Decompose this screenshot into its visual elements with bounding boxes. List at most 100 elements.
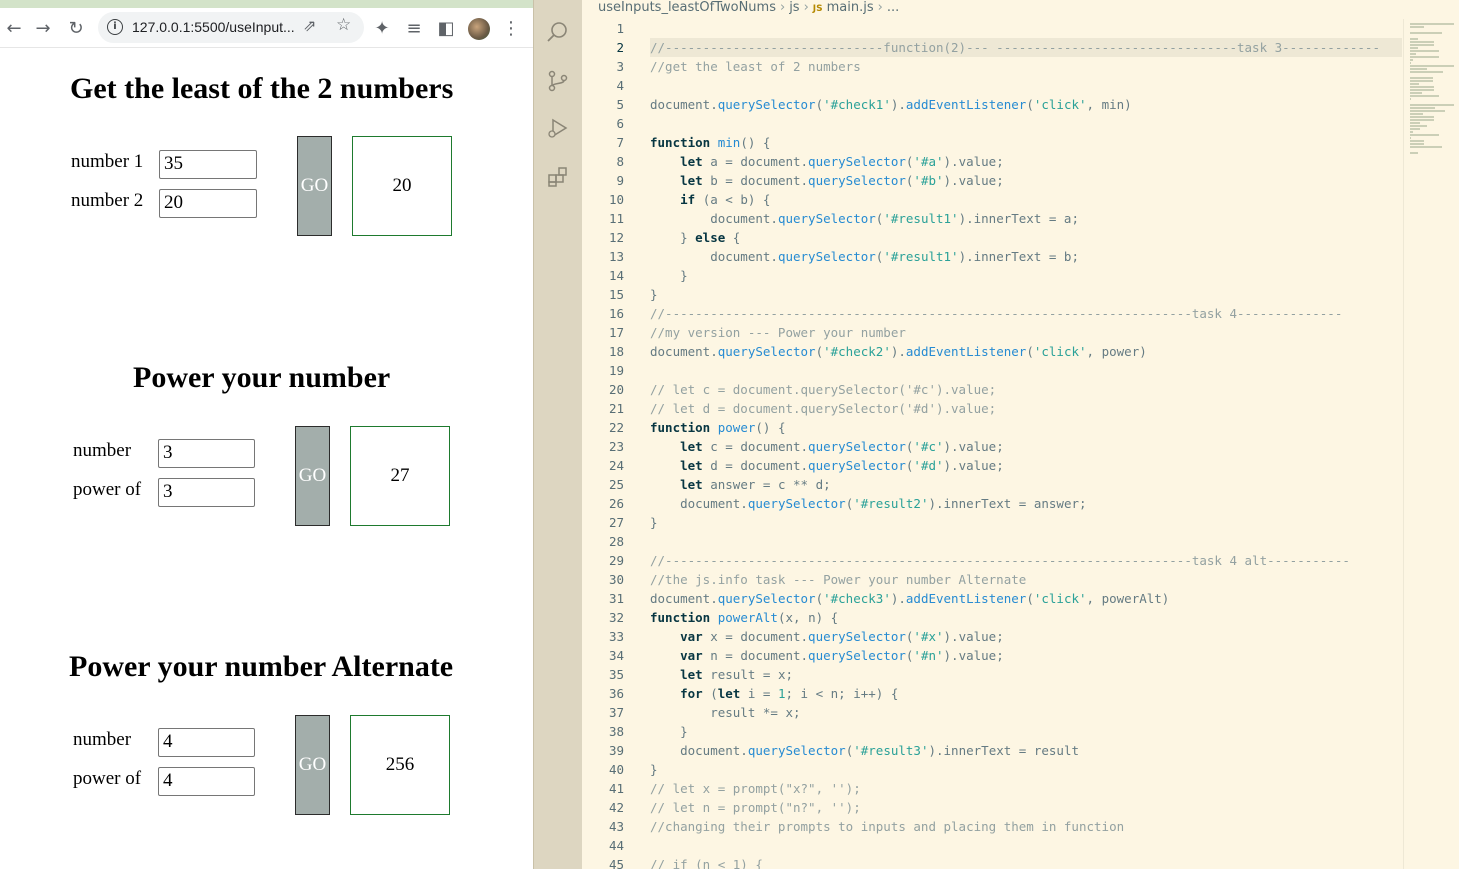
code-line[interactable]: let result = x; [650, 665, 1402, 684]
reload-icon[interactable]: ↻ [62, 14, 90, 42]
code-line[interactable] [650, 532, 1402, 551]
code-line[interactable] [650, 19, 1402, 38]
code-line[interactable]: var x = document.querySelector('#x').val… [650, 627, 1402, 646]
code-line[interactable]: function power() { [650, 418, 1402, 437]
minimap-line [1410, 125, 1427, 127]
go-button-check3[interactable]: GO [295, 715, 330, 815]
code-token: querySelector [747, 496, 846, 511]
code-line[interactable]: // let d = document.querySelector('#d').… [650, 399, 1402, 418]
code-line[interactable] [650, 836, 1402, 855]
code-line[interactable]: let a = document.querySelector('#a').val… [650, 152, 1402, 171]
code-token: } [650, 230, 696, 245]
code-line[interactable]: // if (n < 1) { [650, 855, 1402, 869]
input-b[interactable]: 20 [159, 189, 257, 218]
input-x[interactable]: 4 [158, 728, 255, 757]
code-token: //my version --- Power your number [650, 325, 906, 340]
code-line[interactable]: if (a < b) { [650, 190, 1402, 209]
input-a[interactable]: 35 [159, 150, 257, 179]
code-line[interactable]: //--------------------------------------… [650, 551, 1402, 570]
code-editor: useInputs_leastOfTwoNums › js › JS main.js ›..… [533, 0, 1459, 869]
code-line[interactable]: document.querySelector('#check1').addEve… [650, 95, 1402, 114]
search-icon[interactable] [544, 18, 572, 46]
code-line[interactable]: //get the least of 2 numbers [650, 57, 1402, 76]
section-title-power: Power your number [133, 361, 391, 394]
go-button-check2[interactable]: GO [295, 426, 330, 526]
address-bar[interactable]: i 127.0.0.1:5500/useInput... ⇗ ☆ [98, 12, 364, 43]
code-line[interactable]: var n = document.querySelector('#n').val… [650, 646, 1402, 665]
reading-list-icon[interactable]: ≡ [400, 14, 428, 42]
code-line[interactable]: } [650, 760, 1402, 779]
bookmark-star-icon[interactable]: ☆ [336, 15, 351, 35]
code-line[interactable]: //changing their prompts to inputs and p… [650, 817, 1402, 836]
code-token: //get the least of 2 numbers [650, 59, 861, 74]
code-line[interactable]: document.querySelector('#result3').inner… [650, 741, 1402, 760]
code-line[interactable]: //the js.info task --- Power your number… [650, 570, 1402, 589]
code-line[interactable]: // let c = document.querySelector('#c').… [650, 380, 1402, 399]
code-token: let [680, 154, 703, 169]
code-line[interactable]: let b = document.querySelector('#b').val… [650, 171, 1402, 190]
share-icon[interactable]: ⇗ [303, 16, 316, 35]
go-button-check1[interactable]: GO [297, 136, 332, 236]
menu-icon[interactable]: ⋮ [497, 14, 525, 42]
code-line[interactable]: function powerAlt(x, n) { [650, 608, 1402, 627]
code-token: ( [1026, 591, 1034, 606]
code-line[interactable]: let d = document.querySelector('#d').val… [650, 456, 1402, 475]
minimap[interactable] [1403, 19, 1459, 869]
code-area[interactable]: //-----------------------------function(… [650, 19, 1402, 869]
code-token: d = document. [702, 458, 809, 473]
code-line[interactable] [650, 114, 1402, 133]
code-line[interactable]: result *= x; [650, 703, 1402, 722]
tab-strip[interactable] [0, 0, 533, 8]
code-token: // let n = prompt("n?", ''); [650, 800, 861, 815]
minimap-line [1410, 38, 1418, 40]
code-line[interactable]: function min() { [650, 133, 1402, 152]
back-icon[interactable]: ← [0, 14, 28, 42]
code-line[interactable] [650, 361, 1402, 380]
breadcrumb-more[interactable]: ... [887, 0, 899, 15]
code-token: let [680, 458, 703, 473]
breadcrumb-subfolder[interactable]: js [789, 0, 799, 15]
site-info-icon[interactable]: i [107, 19, 123, 35]
code-line[interactable]: } [650, 266, 1402, 285]
code-line[interactable]: //--------------------------------------… [650, 304, 1402, 323]
code-token: //the js.info task --- Power your number… [650, 572, 1027, 587]
code-token: min [717, 135, 741, 150]
code-line[interactable]: //-----------------------------function(… [650, 38, 1402, 57]
code-line[interactable]: document.querySelector('#check2').addEve… [650, 342, 1402, 361]
input-c[interactable]: 3 [158, 439, 255, 468]
code-line[interactable]: let c = document.querySelector('#c').val… [650, 437, 1402, 456]
input-d[interactable]: 3 [158, 478, 255, 507]
code-token: // let x = prompt("x?", ''); [650, 781, 861, 796]
input-n[interactable]: 4 [158, 767, 255, 796]
breadcrumb-file[interactable]: main.js [827, 0, 874, 15]
code-token: '#result1' [883, 249, 959, 264]
forward-icon[interactable]: → [29, 14, 57, 42]
side-panel-icon[interactable]: ◧ [432, 14, 460, 42]
code-line[interactable]: //my version --- Power your number [650, 323, 1402, 342]
extensions-icon[interactable] [544, 163, 572, 191]
code-line[interactable]: document.querySelector('#result2').inner… [650, 494, 1402, 513]
code-line[interactable]: // let x = prompt("x?", ''); [650, 779, 1402, 798]
code-line[interactable]: } [650, 513, 1402, 532]
code-line[interactable]: for (let i = 1; i < n; i++) { [650, 684, 1402, 703]
code-line[interactable]: } else { [650, 228, 1402, 247]
run-debug-icon[interactable] [544, 114, 572, 142]
code-line[interactable] [650, 76, 1402, 95]
code-line[interactable]: document.querySelector('#result1').inner… [650, 247, 1402, 266]
code-line[interactable]: let answer = c ** d; [650, 475, 1402, 494]
code-line[interactable]: document.querySelector('#result1').inner… [650, 209, 1402, 228]
extensions-icon[interactable]: ✦ [368, 14, 396, 42]
breadcrumb[interactable]: useInputs_leastOfTwoNums › js › JS main.js ›..… [598, 0, 899, 18]
source-control-icon[interactable] [544, 67, 572, 95]
profile-avatar[interactable] [468, 18, 490, 40]
breadcrumb-folder[interactable]: useInputs_leastOfTwoNums [598, 0, 776, 15]
code-line[interactable]: } [650, 285, 1402, 304]
url-text[interactable]: 127.0.0.1:5500/useInput... [132, 19, 295, 35]
code-line[interactable]: } [650, 722, 1402, 741]
code-line[interactable]: document.querySelector('#check3').addEve… [650, 589, 1402, 608]
code-line[interactable]: // let n = prompt("n?", ''); [650, 798, 1402, 817]
